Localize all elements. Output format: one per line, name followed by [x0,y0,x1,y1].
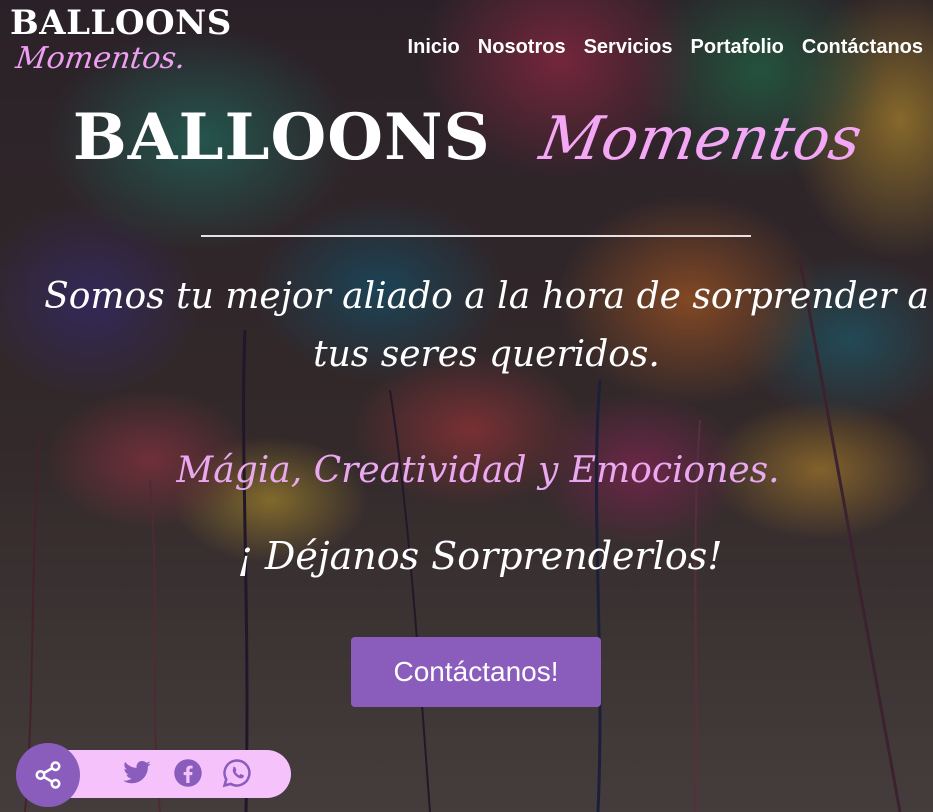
whatsapp-icon[interactable] [222,758,252,788]
hero-divider [201,235,751,237]
brand-tagline: Momentos. [13,41,188,76]
share-icon [35,761,61,789]
brand-logo[interactable]: BALLOONS Momentos. [10,4,232,76]
share-button[interactable] [16,743,80,807]
twitter-icon[interactable] [122,758,152,788]
nav-item-inicio[interactable]: Inicio [408,36,460,59]
nav-item-servicios[interactable]: Servicios [584,36,673,59]
facebook-icon[interactable] [173,758,203,788]
hero-tagline: Somos tu mejor aliado a la hora de sorpr… [44,276,929,375]
brand-name: BALLOONS [10,3,232,43]
hero-title: BALLOONS Momentos [0,100,933,175]
hero-slogan-secondary: ¡ Déjanos Sorprenderlos! [237,534,723,578]
nav-item-contactanos[interactable]: Contáctanos [802,36,923,59]
main-nav: Inicio Nosotros Servicios Portafolio Con… [408,36,923,59]
hero-title-main: BALLOONS [72,100,491,175]
nav-item-nosotros[interactable]: Nosotros [478,36,566,59]
hero-slogan: Mágia, Creatividad y Emociones. [176,450,780,491]
contact-cta-button[interactable]: Contáctanos! [351,637,601,707]
hero-title-script: Momentos [534,104,867,174]
nav-item-portafolio[interactable]: Portafolio [691,36,784,59]
